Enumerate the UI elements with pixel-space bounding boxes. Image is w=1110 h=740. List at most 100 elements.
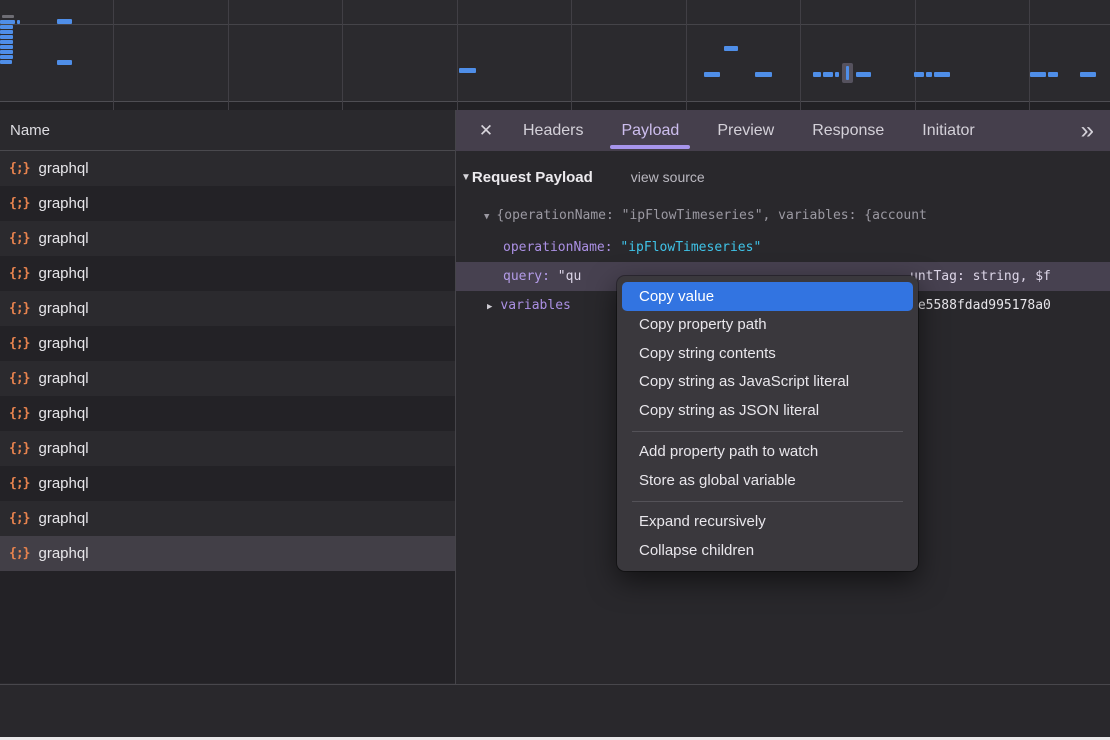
json-braces-icon: {;}: [9, 441, 29, 456]
network-overview[interactable]: [0, 0, 1110, 110]
selected-request-marker-tick: [846, 66, 849, 80]
property-value: "ipFlowTimeseries": [620, 240, 761, 255]
payload-root-row[interactable]: ▼ {operationName: "ipFlowTimeseries", var…: [456, 205, 1110, 227]
property-key: variables: [500, 298, 570, 313]
section-expand-icon[interactable]: ▼: [461, 172, 471, 183]
property-key: query:: [503, 269, 550, 284]
request-name-label: graphql: [38, 545, 88, 562]
request-name-label: graphql: [38, 370, 88, 387]
timeline-request-bar: [17, 20, 20, 24]
menu-item-expand-recursively[interactable]: Expand recursively: [622, 508, 913, 537]
name-column-header[interactable]: Name: [0, 110, 455, 151]
request-row-graphql[interactable]: {;} graphql: [0, 186, 455, 221]
request-name-label: graphql: [38, 265, 88, 282]
request-name-label: graphql: [38, 335, 88, 352]
timeline-request-bar: [813, 72, 821, 77]
request-row-graphql[interactable]: {;}graphql: [0, 256, 455, 291]
menu-item-copy-string-as-json-literal[interactable]: Copy string as JSON literal: [622, 396, 913, 425]
property-value-end: ee5588fdad995178a0: [910, 291, 1051, 320]
request-row-graphql[interactable]: {;} graphql: [0, 361, 455, 396]
timeline-request-bar: [704, 72, 720, 77]
overview-baseline: [0, 101, 1110, 102]
timeline-gridline: [915, 0, 916, 110]
menu-item-collapse-children[interactable]: Collapse children: [622, 536, 913, 565]
request-name-label: graphql: [38, 300, 88, 317]
request-name-label: graphql: [38, 160, 88, 177]
timeline-request-bar: [57, 19, 72, 24]
request-name-label: graphql: [38, 475, 88, 492]
payload-row-operation-name[interactable]: operationName: "ipFlowTimeseries": [456, 233, 1110, 262]
menu-separator: [632, 501, 903, 502]
timeline-request-bar: [2, 15, 14, 18]
tab-headers[interactable]: Headers: [504, 110, 602, 151]
request-row-graphql[interactable]: {;}graphql: [0, 536, 455, 571]
overview-bottom-strip: [0, 102, 1110, 110]
menu-item-store-as-global-variable[interactable]: Store as global variable: [622, 466, 913, 495]
timeline-request-bar: [926, 72, 932, 77]
root-preview-text: {operationName: "ipFlowTimeseries", vari…: [496, 208, 926, 223]
request-list: {;} graphql {;} graphql {;} graphql {;} graphql…: [0, 151, 455, 571]
timeline-request-bar: [856, 72, 871, 77]
property-key: operationName:: [503, 240, 613, 255]
menu-item-add-property-path-to-watch[interactable]: Add property path to watch: [622, 438, 913, 467]
menu-item-copy-string-contents[interactable]: Copy string contents: [622, 339, 913, 368]
request-row-graphql[interactable]: {;}graphql: [0, 326, 455, 361]
menu-item-copy-string-as-javascript-literal[interactable]: Copy string as JavaScript literal: [622, 368, 913, 397]
summary-bar: [0, 684, 1110, 738]
timeline-request-bar: [823, 72, 833, 77]
timeline-gridline: [228, 0, 229, 110]
request-row-graphql[interactable]: {;}graphql: [0, 291, 455, 326]
json-braces-icon: {;}: [9, 231, 29, 246]
request-payload-section[interactable]: ▼ Request Payload view source: [456, 165, 1110, 189]
variables-expand-icon[interactable]: ▶: [487, 302, 492, 312]
json-braces-icon: {;}: [9, 196, 29, 211]
menu-separator: [632, 431, 903, 432]
section-title: Request Payload: [472, 169, 593, 186]
more-tabs-icon[interactable]: »: [1081, 119, 1094, 143]
request-row-graphql[interactable]: {;}graphql: [0, 501, 455, 536]
name-column-label: Name: [10, 122, 50, 139]
tab-payload[interactable]: Payload: [602, 110, 698, 151]
tab-initiator[interactable]: Initiator: [903, 110, 993, 151]
timeline-gridline: [113, 0, 114, 110]
timeline-request-bar: [0, 55, 13, 59]
menu-item-copy-property-path[interactable]: Copy property path: [622, 311, 913, 340]
timeline-request-bar: [1030, 72, 1046, 77]
context-menu: Copy valueCopy property pathCopy string …: [617, 276, 918, 571]
timeline-request-bar: [0, 40, 13, 44]
json-braces-icon: {;}: [9, 476, 29, 491]
detail-tabs: ✕HeadersPayloadPreviewResponseInitiator »: [456, 110, 1110, 151]
request-row-graphql[interactable]: {;} graphql: [0, 396, 455, 431]
request-name-label: graphql: [38, 510, 88, 527]
json-braces-icon: {;}: [9, 371, 29, 386]
tab-preview[interactable]: Preview: [698, 110, 793, 151]
timeline-request-bar: [0, 30, 13, 34]
timeline-request-bar: [1080, 72, 1096, 77]
timeline-request-bar: [0, 45, 13, 49]
tab-response[interactable]: Response: [793, 110, 903, 151]
timeline-request-bar: [914, 72, 924, 77]
timeline-request-bar: [724, 46, 738, 51]
request-row-graphql[interactable]: {;} graphql: [0, 151, 455, 186]
timeline-request-bar: [0, 25, 13, 29]
request-row-graphql[interactable]: {;} graphql: [0, 466, 455, 501]
request-name-label: graphql: [38, 195, 88, 212]
timeline-request-bar: [1048, 72, 1058, 77]
menu-item-copy-value[interactable]: Copy value: [622, 282, 913, 311]
view-source-link[interactable]: view source: [631, 169, 705, 185]
json-braces-icon: {;}: [9, 161, 29, 176]
timeline-request-bar: [835, 72, 839, 77]
overview-gridline-horizontal: [0, 24, 1110, 25]
request-row-graphql[interactable]: {;}graphql: [0, 221, 455, 256]
property-value-end: untTag: string, $f: [910, 262, 1051, 291]
close-panel-icon[interactable]: ✕: [468, 121, 504, 141]
timeline-request-bar: [934, 72, 950, 77]
request-row-graphql[interactable]: {;}graphql: [0, 431, 455, 466]
timeline-request-bar: [0, 60, 12, 64]
root-expand-icon[interactable]: ▼: [484, 212, 489, 222]
timeline-request-bar: [57, 60, 72, 65]
json-braces-icon: {;}: [9, 406, 29, 421]
timeline-gridline: [457, 0, 458, 110]
request-name-label: graphql: [38, 405, 88, 422]
timeline-gridline: [342, 0, 343, 110]
